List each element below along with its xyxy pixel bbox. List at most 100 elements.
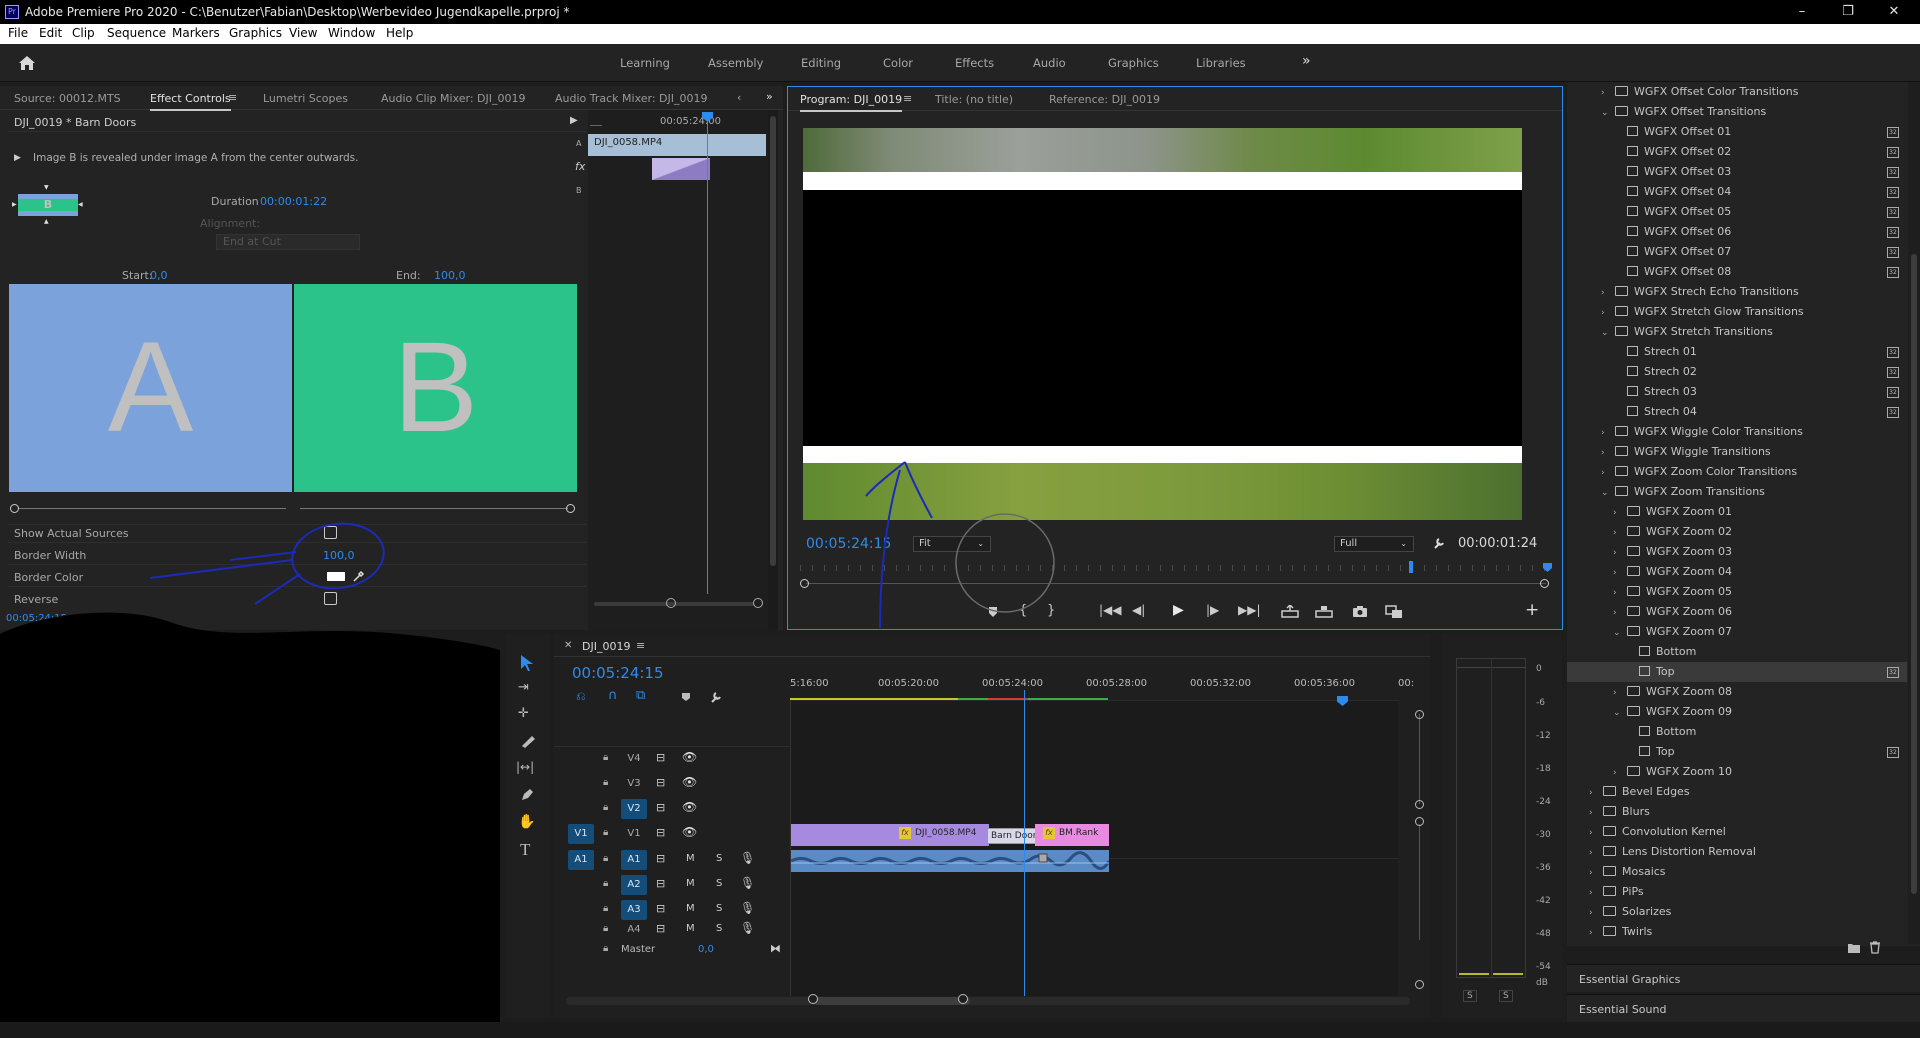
border-color-swatch[interactable] (327, 572, 345, 581)
chevron-right-icon[interactable]: › (1613, 583, 1627, 603)
effects-folder[interactable]: › WGFX Wiggle Transitions (1567, 442, 1907, 462)
clip-v1-bm-rank[interactable]: fx BM.Rank (1035, 824, 1109, 846)
tab-reference[interactable]: Reference: DJI_0019 (1049, 93, 1160, 106)
a4-lock-icon[interactable]: 🔒︎ (603, 923, 608, 934)
chevron-right-icon[interactable]: › (1589, 843, 1603, 863)
effects-folder[interactable]: › Blurs (1567, 802, 1907, 822)
start-slider-handle[interactable] (10, 504, 19, 513)
snap-magnet-icon[interactable]: ∩ (608, 688, 618, 703)
timeline-playhead[interactable] (1024, 690, 1025, 996)
effects-folder[interactable]: › Twirls (1567, 922, 1907, 940)
effects-folder[interactable]: › WGFX Zoom Color Transitions (1567, 462, 1907, 482)
mini-playhead[interactable] (707, 114, 708, 594)
transition-thumbnail[interactable]: B ▼ ▲ ▶ ◀ (12, 184, 84, 226)
effects-scrollbar[interactable] (1908, 82, 1920, 944)
a3-mute-button[interactable]: M (686, 903, 695, 914)
chevron-right-icon[interactable]: › (1589, 923, 1603, 940)
master-bowtie-icon[interactable]: ⧓ (770, 942, 781, 955)
eyedropper-icon[interactable] (352, 569, 366, 583)
program-zoom-handle-left[interactable] (800, 579, 809, 588)
effects-folder[interactable]: ⌄ WGFX Offset Transitions (1567, 102, 1907, 122)
mini-zoom-handle-right[interactable] (753, 598, 763, 608)
workspace-graphics[interactable]: Graphics (1108, 56, 1159, 70)
track-v3-label[interactable]: V3 (621, 774, 647, 794)
v4-visibility-eye-icon[interactable]: 👁︎ (682, 750, 697, 764)
menu-help[interactable]: Help (386, 26, 413, 40)
sequence-tab[interactable]: DJI_0019 (582, 640, 630, 653)
panel-menu-icon[interactable]: ≡ (228, 91, 237, 104)
a1-mute-button[interactable]: M (686, 853, 695, 864)
a2-microphone-icon[interactable]: 🎙︎ (740, 876, 755, 890)
workspace-editing[interactable]: Editing (801, 56, 841, 70)
play-icon[interactable]: ▶ (1173, 602, 1184, 618)
effects-folder[interactable]: › Bevel Edges (1567, 782, 1907, 802)
menu-clip[interactable]: Clip (72, 26, 95, 40)
effects-folder[interactable]: › WGFX Zoom 05 (1567, 582, 1907, 602)
show-actual-sources-checkbox[interactable] (324, 526, 337, 539)
pen-tool-icon[interactable] (520, 788, 534, 802)
step-back-icon[interactable]: ◀| (1132, 603, 1145, 617)
effects-folder[interactable]: › WGFX Zoom 02 (1567, 522, 1907, 542)
selection-tool-icon[interactable] (519, 654, 535, 672)
track-v2-label[interactable]: V2 (621, 799, 647, 819)
video-scroll-handle-top[interactable] (1415, 710, 1424, 719)
v1-visibility-eye-icon[interactable]: 👁︎ (682, 825, 697, 839)
master-volume-value[interactable]: 0,0 (698, 944, 714, 955)
effects-preset[interactable]: Top 32 (1567, 662, 1907, 682)
v4-sync-lock-icon[interactable]: ⊟ (656, 751, 665, 764)
hand-tool-icon[interactable]: ✋ (518, 814, 535, 830)
effects-folder[interactable]: ⌄ WGFX Zoom 07 (1567, 622, 1907, 642)
effects-preset[interactable]: WGFX Offset 02 32 (1567, 142, 1907, 162)
chevron-down-icon[interactable]: ⌄ (1601, 103, 1615, 123)
end-slider-handle[interactable] (566, 504, 575, 513)
duration-value[interactable]: 00:00:01:22 (260, 195, 327, 208)
chevron-right-icon[interactable]: › (1589, 863, 1603, 883)
chevron-right-icon[interactable]: › (1601, 283, 1615, 303)
workspace-overflow-button[interactable]: » (1302, 53, 1311, 69)
effects-folder[interactable]: › WGFX Zoom 04 (1567, 562, 1907, 582)
effects-preset[interactable]: WGFX Offset 04 32 (1567, 182, 1907, 202)
edge-selector-top-icon[interactable]: ▼ (44, 184, 49, 191)
track-v4-label[interactable]: V4 (621, 749, 647, 769)
chevron-right-icon[interactable]: › (1613, 543, 1627, 563)
step-forward-icon[interactable]: |▶ (1206, 603, 1219, 617)
v3-visibility-eye-icon[interactable]: 👁︎ (682, 775, 697, 789)
a4-solo-button[interactable]: S (716, 923, 722, 934)
edge-selector-left-icon[interactable]: ▶ (12, 201, 17, 208)
chevron-right-icon[interactable]: › (1589, 823, 1603, 843)
timeline-ruler[interactable]: 5:16:00 00:05:20:00 00:05:24:00 00:05:28… (790, 660, 1414, 700)
a1-solo-button[interactable]: S (716, 853, 722, 864)
menu-markers[interactable]: Markers (172, 26, 220, 40)
zoom-fit-dropdown[interactable]: Fit ⌄ (913, 536, 991, 552)
effects-preset[interactable]: WGFX Offset 03 32 (1567, 162, 1907, 182)
effects-folder[interactable]: › Mosaics (1567, 862, 1907, 882)
go-to-in-icon[interactable]: |◀◀ (1099, 603, 1122, 617)
workspace-audio[interactable]: Audio (1033, 56, 1066, 70)
type-tool-icon[interactable]: T (520, 840, 530, 860)
show-timeline-toggle-icon[interactable]: ▶ (570, 115, 578, 126)
timeline-tracks-area[interactable]: fx DJI_0058.MP4 Barn Door fx BM.Rank (790, 690, 1399, 996)
lift-icon[interactable] (1281, 605, 1299, 618)
chevron-down-icon[interactable]: ⌄ (1613, 623, 1627, 643)
v1-lock-icon[interactable]: 🔒︎ (603, 827, 608, 838)
timeline-settings-wrench-icon[interactable] (709, 690, 723, 704)
home-icon[interactable] (18, 55, 36, 71)
v2-sync-lock-icon[interactable]: ⊟ (656, 801, 665, 814)
effects-preset[interactable]: Strech 02 32 (1567, 362, 1907, 382)
end-value[interactable]: 100,0 (434, 269, 466, 282)
menu-edit[interactable]: Edit (39, 26, 62, 40)
timeline-add-marker-icon[interactable] (681, 692, 691, 702)
menu-sequence[interactable]: Sequence (107, 26, 166, 40)
v4-lock-icon[interactable]: 🔒︎ (603, 752, 608, 763)
v3-sync-lock-icon[interactable]: ⊟ (656, 776, 665, 789)
effects-preset[interactable]: WGFX Offset 05 32 (1567, 202, 1907, 222)
minimize-button[interactable]: – (1782, 2, 1822, 22)
mark-in-icon[interactable]: { (1019, 603, 1027, 618)
track-a4-label[interactable]: A4 (621, 920, 647, 940)
meter-solo-right[interactable]: S (1499, 990, 1513, 1002)
a4-microphone-icon[interactable]: 🎙︎ (740, 921, 755, 935)
program-panel-menu-icon[interactable]: ≡ (903, 92, 912, 105)
playback-resolution-dropdown[interactable]: Full ⌄ (1334, 536, 1414, 552)
effects-preset[interactable]: Strech 03 32 (1567, 382, 1907, 402)
meter-solo-left[interactable]: S (1463, 990, 1477, 1002)
